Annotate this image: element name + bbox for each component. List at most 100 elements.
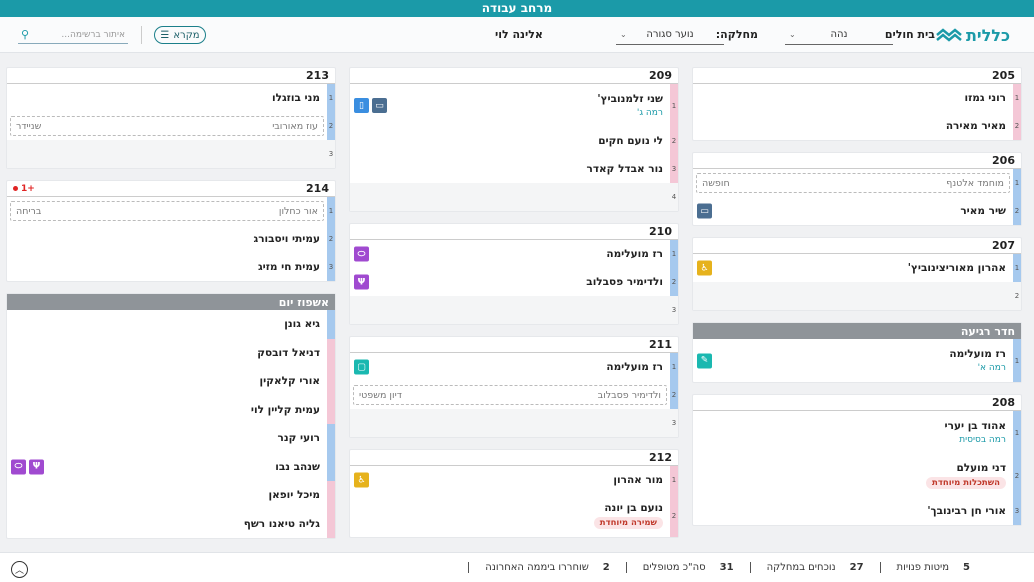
patient-name[interactable]: שנהב נבו [14,461,320,473]
bed-row[interactable]: מיכל יופאן [7,481,335,510]
bed-row[interactable]: 3 נור אבדל קאדר [350,155,678,183]
monitor-icon[interactable]: ▭ [372,98,387,113]
bed-row[interactable]: 1 רוני גמזו [693,84,1021,112]
pill-icon[interactable]: ⬭ [354,246,369,262]
department-select[interactable]: נוער סגורה ⌄ [616,25,724,45]
bed-row[interactable]: 1 רז מועלימה רמה א' ✎ [693,339,1021,382]
absent-patient-slot[interactable]: ולדימיר פסבלוב דיון משפטי [353,385,667,405]
bed-row[interactable]: 1 מור אהרון ♿ [350,466,678,494]
room-214: 214 +1 1 אור כחלון בריחה 2 עמיתי ויסבורג… [6,180,336,282]
patient-name[interactable]: רוני גמזו [700,92,1006,104]
food-icon[interactable]: Ψ [354,274,369,290]
bed-number: 3 [671,306,677,314]
room-header: 212 [350,450,678,466]
chevron-up-icon[interactable]: ︿ [11,561,28,578]
absent-patient-slot[interactable]: מוחמד אלטנף חופשה [696,173,1010,193]
absence-reason: שניידר [16,120,42,132]
patient-name[interactable]: אורי חן רבינובך' [700,505,1006,517]
bed-row[interactable]: 1 אהרון מאוריצינוביץ' ♿ [693,254,1021,282]
bed-row[interactable]: 2 נועם בן יונה שמירה מיוחדת [350,494,678,537]
status-badge: השתכלות מיוחדת [926,477,1006,489]
pill-icon[interactable]: ⬭ [11,459,26,475]
wheelchair-icon[interactable]: ♿ [697,260,712,276]
patient-name[interactable]: מאיר מאירה [700,120,1006,132]
bed-row[interactable]: 2 דני מועלם השתכלות מיוחדת [693,454,1021,497]
patient-name[interactable]: אהרון מאוריצינוביץ' [700,262,1006,274]
search-icon[interactable]: ⚲ [21,28,29,41]
patient-name[interactable]: עמית קליין לוי [14,404,320,416]
stat-free-beds: 5 מיטות פנויות [879,562,986,573]
bed-row[interactable]: גיא גונן [7,310,335,339]
bed-row[interactable]: שנהב נבו Ψ ⬭ [7,452,335,481]
tablet-icon[interactable]: ▢ [354,359,369,375]
bed-row[interactable]: 2 עוז מאורובי שניידר [7,112,335,140]
patient-name[interactable]: נור אבדל קאדר [357,163,663,175]
patient-name[interactable]: שני זלמנוביץ' [357,93,663,105]
patient-name[interactable]: גיא גונן [14,318,320,330]
hospital-select[interactable]: נהה ⌄ [785,25,893,45]
bottle-icon[interactable]: ▯ [354,98,369,113]
stat-present: 27 נוכחים במחלקה [749,562,880,573]
bed-row-empty[interactable]: 3 [7,140,335,168]
patient-name[interactable]: רז מועלימה [357,361,663,373]
bed-row[interactable]: 1 מני בוזגלו [7,84,335,112]
pen-icon[interactable]: ✎ [697,353,712,368]
bed-row[interactable]: רועי קנר [7,424,335,453]
bed-row[interactable]: 1 שני זלמנוביץ' רמה ג' ▭ ▯ [350,84,678,127]
bed-row[interactable]: 2 עמיתי ויסבורג [7,225,335,253]
absent-patient-slot[interactable]: עוז מאורובי שניידר [10,116,324,136]
legend-button[interactable]: מקרא ☰ [154,26,206,44]
patient-name[interactable]: מיכל יופאן [14,489,321,501]
bed-row[interactable]: 2 ולדימיר פסבלוב Ψ [350,268,678,296]
patient-name[interactable]: נועם בן יונה [357,502,663,514]
food-icon[interactable]: Ψ [29,459,44,475]
patient-name[interactable]: עמיתי ויסבורג [14,233,320,245]
patient-name[interactable]: עמית חי מזיג [14,261,320,273]
bed-row-empty[interactable]: 2 [693,282,1021,310]
bed-row[interactable]: 1 אור כחלון בריחה [7,197,335,225]
bed-row[interactable]: עמית קליין לוי [7,395,335,424]
patient-name[interactable]: מור אהרון [357,474,663,486]
patient-name[interactable]: רז מועלימה [357,248,663,260]
footer-stats: 5 מיטות פנויות 27 נוכחים במחלקה 31 סה"כ מטו… [0,552,1034,582]
absent-patient-slot[interactable]: אור כחלון בריחה [10,201,324,221]
patient-name[interactable]: אורי קלאקין [14,375,320,387]
patient-name[interactable]: רועי קנר [14,432,320,444]
care-level: רמה א' [977,363,1006,373]
bed-row[interactable]: 1 רז מועלימה ▢ [350,353,678,381]
patient-name[interactable]: דניאל דובסק [14,347,320,359]
bed-row[interactable]: אורי קלאקין [7,367,335,396]
logo-text: כללית [965,25,1010,45]
bed-row-empty[interactable]: 3 [350,409,678,437]
patient-name[interactable]: גליה טיאנו רשף [14,518,320,530]
patient-name[interactable]: מני בוזגלו [14,92,320,104]
patient-name[interactable]: ולדימיר פסבלוב [357,276,663,288]
monitor-icon[interactable]: ▭ [697,203,712,219]
room-213: 213 1 מני בוזגלו 2 עוז מאורובי שניידר 3 [6,67,336,169]
patient-name[interactable]: אהוד בן יערי [700,420,1006,432]
logo-icon [936,28,962,42]
bed-row[interactable]: דניאל דובסק [7,338,335,367]
bed-row[interactable]: 2 שיר מאיר ▭ [693,197,1021,225]
patient-name[interactable]: לי נועם חקים [357,135,663,147]
room-header: 206 [693,153,1021,169]
bed-row[interactable]: גליה טיאנו רשף [7,509,335,538]
patient-name[interactable]: רז מועלימה [700,348,1006,360]
bed-number: 3 [670,155,678,183]
user-name: אלינה לוי [495,28,543,41]
bed-row[interactable]: 2 לי נועם חקים [350,127,678,155]
bed-row-empty[interactable]: 4 [350,183,678,211]
search-input[interactable]: איתור ברשימה... ⚲ [18,26,128,44]
bed-row[interactable]: 2 ולדימיר פסבלוב דיון משפטי [350,381,678,409]
patient-name[interactable]: דני מועלם [700,462,1006,474]
bed-row[interactable]: 1 אהוד בן יערי רמה בסיסית [693,411,1021,454]
patient-name[interactable]: שיר מאיר [700,205,1006,217]
wheelchair-icon[interactable]: ♿ [354,472,369,488]
bed-row[interactable]: 1 רז מועלימה ⬭ [350,240,678,268]
bed-row-empty[interactable]: 3 [350,296,678,324]
bed-row[interactable]: 1 מוחמד אלטנף חופשה [693,169,1021,197]
extra-patient-indicator[interactable]: +1 [13,184,35,194]
bed-row[interactable]: 3 אורי חן רבינובך' [693,497,1021,525]
bed-row[interactable]: 2 מאיר מאירה [693,112,1021,140]
bed-row[interactable]: 3 עמית חי מזיג [7,253,335,281]
